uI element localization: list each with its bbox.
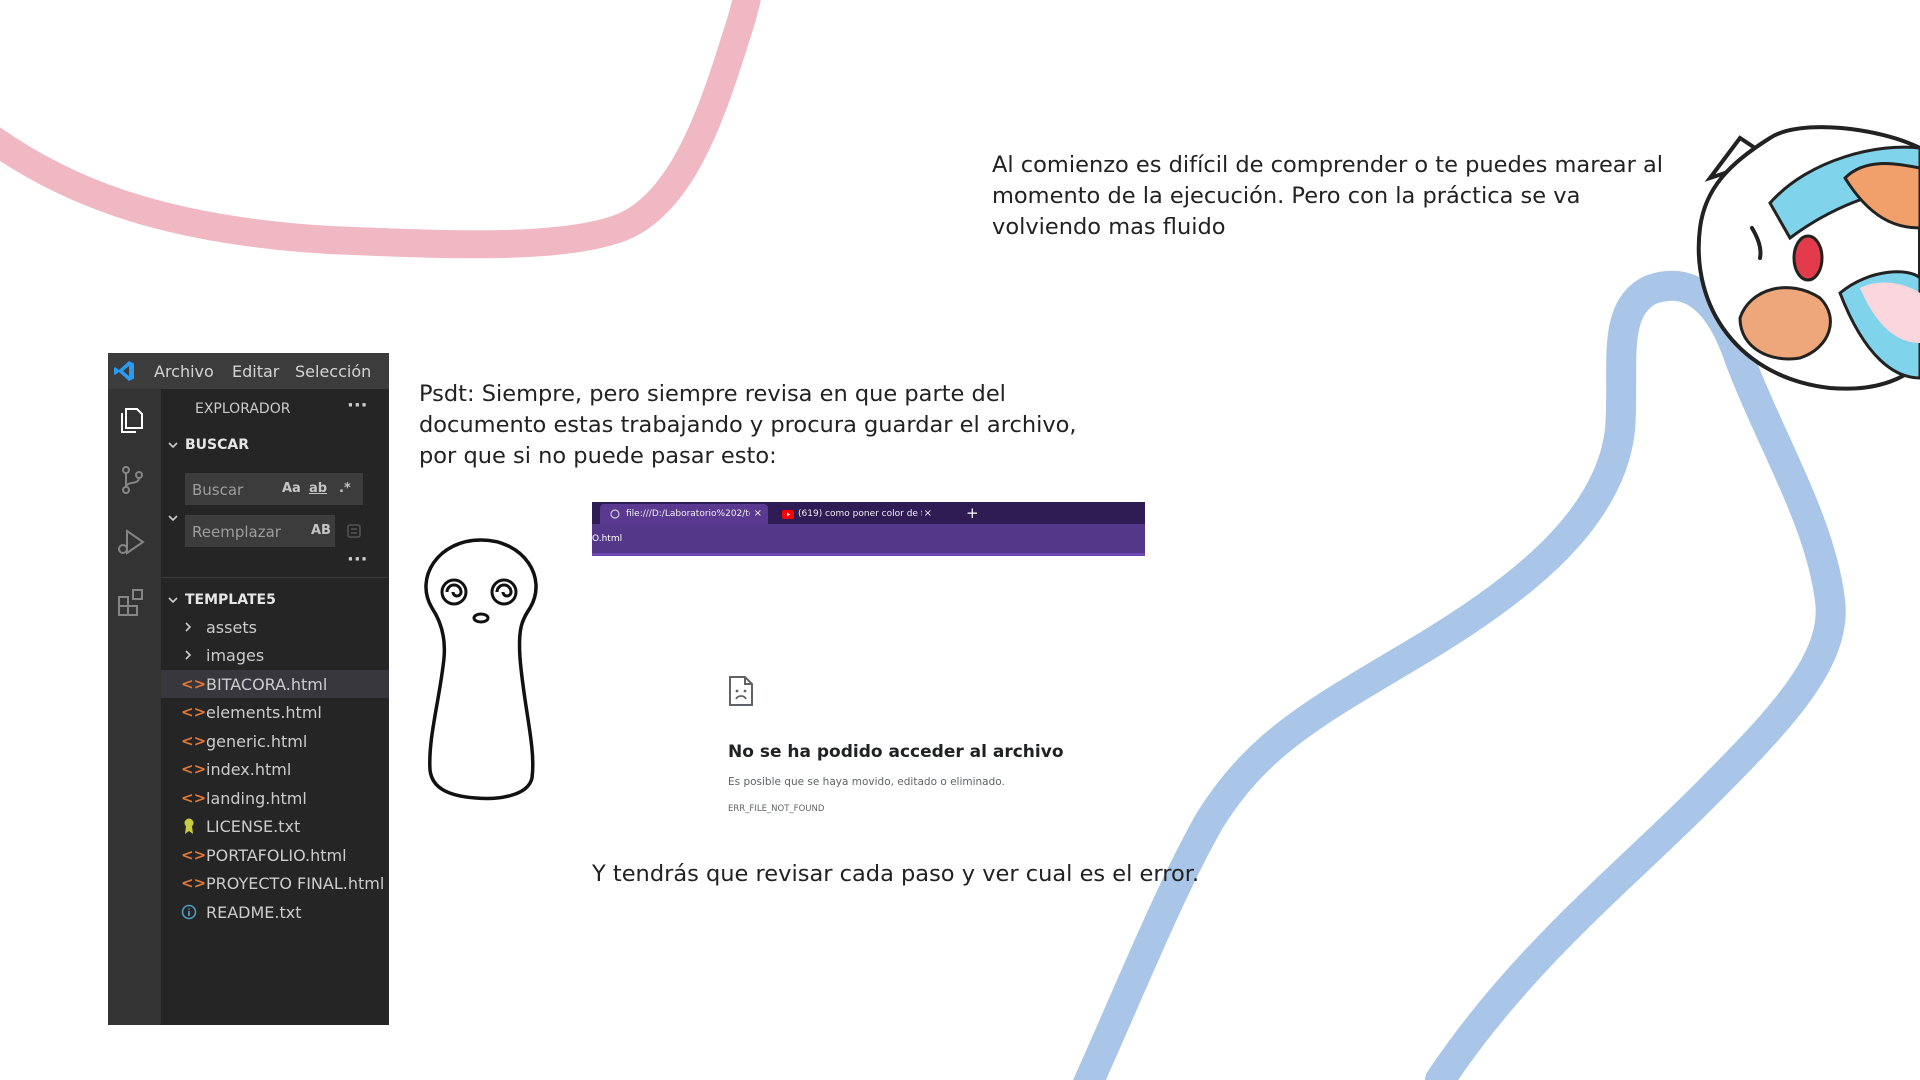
tree-item-assets[interactable]: assets (161, 613, 389, 641)
tree-item-label: elements.html (206, 703, 322, 722)
tree-item-landing[interactable]: <> landing.html (161, 784, 389, 812)
tree-item-label: PORTAFOLIO.html (206, 846, 347, 865)
folder-chevron-down-icon[interactable] (167, 594, 179, 606)
tree-item-index[interactable]: <> index.html (161, 755, 389, 783)
search-placeholder: Buscar (192, 481, 244, 499)
blue-curve-left (1073, 270, 1846, 1080)
match-whole-word-toggle[interactable]: ab (309, 481, 327, 496)
replace-placeholder: Reemplazar (192, 523, 281, 541)
sad-file-icon (729, 676, 753, 706)
explorer-sidebar: EXPLORADOR ··· BUSCAR Buscar Aa ab .* Re… (161, 389, 389, 1025)
browser-tab-youtube[interactable]: (619) como poner color de fondo × (772, 504, 938, 524)
psdt-paragraph: Psdt: Siempre, pero siempre revisa en qu… (419, 381, 1077, 469)
vscode-logo-icon (114, 361, 134, 381)
tree-item-label: generic.html (206, 732, 308, 751)
source-control-icon[interactable] (115, 463, 149, 497)
info-icon (181, 904, 197, 920)
section-divider (161, 577, 389, 578)
globe-icon (610, 509, 620, 519)
tree-item-label: BITACORA.html (206, 675, 328, 694)
replace-input[interactable]: Reemplazar AB (185, 515, 335, 547)
search-input[interactable]: Buscar Aa ab .* (185, 473, 363, 505)
folder-header[interactable]: TEMPLATE5 (185, 592, 276, 608)
more-actions-icon[interactable]: ··· (347, 395, 368, 416)
cat-mascot-illustration (1696, 125, 1920, 391)
browser-tab-file[interactable]: file:///D:/Laboratorio%202/temp × (600, 504, 768, 524)
chevron-right-icon (185, 622, 192, 632)
tree-item-label: README.txt (206, 903, 302, 922)
html-file-icon: <> (181, 789, 207, 807)
html-file-icon: <> (181, 874, 207, 892)
chevron-down-icon[interactable] (167, 439, 179, 451)
tree-item-proyecto-final[interactable]: <> PROYECTO FINAL.html (161, 869, 389, 897)
error-title: No se ha podido acceder al archivo (728, 742, 1064, 762)
close-tab-icon[interactable]: × (754, 508, 762, 519)
replace-all-icon[interactable] (345, 522, 363, 540)
tree-item-elements[interactable]: <> elements.html (161, 698, 389, 726)
browser-screenshot: file:///D:/Laboratorio%202/temp × (619) … (592, 502, 1145, 556)
search-section-header[interactable]: BUSCAR (185, 437, 249, 453)
match-case-toggle[interactable]: Aa (282, 481, 301, 496)
files-explorer-icon[interactable] (115, 403, 149, 437)
chevron-right-icon (185, 650, 192, 660)
address-bar-underline (592, 553, 1145, 556)
menu-archivo[interactable]: Archivo (154, 362, 214, 381)
menu-editar[interactable]: Editar (232, 362, 279, 381)
html-file-icon: <> (181, 846, 207, 864)
toggle-replace-chevron-icon[interactable] (167, 512, 179, 524)
tree-item-bitacora[interactable]: <> BITACORA.html (161, 670, 389, 698)
tree-item-label: landing.html (206, 789, 307, 808)
youtube-icon (782, 510, 794, 519)
vscode-explorer-screenshot: Archivo Editar Selección EXPLORADOR ··· (108, 353, 389, 1025)
tree-item-label: LICENSE.txt (206, 817, 301, 836)
tree-item-label: index.html (206, 760, 292, 779)
tab-title: (619) como poner color de fondo (798, 509, 922, 519)
address-bar[interactable]: O.html (592, 524, 1145, 556)
html-file-icon: <> (181, 760, 207, 778)
tree-item-license[interactable]: LICENSE.txt (161, 812, 389, 840)
run-debug-icon[interactable] (115, 525, 149, 559)
more-search-options-icon[interactable]: ··· (347, 549, 368, 570)
new-tab-button[interactable]: + (966, 504, 979, 522)
browser-tabstrip: file:///D:/Laboratorio%202/temp × (619) … (592, 502, 1145, 524)
tree-item-generic[interactable]: <> generic.html (161, 727, 389, 755)
tree-item-label: PROYECTO FINAL.html (206, 874, 385, 893)
error-description: Es posible que se haya movido, editado o… (728, 776, 1005, 788)
tree-item-portafolio[interactable]: <> PORTAFOLIO.html (161, 841, 389, 869)
conclusion-paragraph: Y tendrás que revisar cada paso y ver cu… (592, 861, 1200, 887)
tree-item-images[interactable]: images (161, 641, 389, 669)
vscode-menubar: Archivo Editar Selección (108, 353, 389, 389)
dizzy-character-illustration (424, 538, 538, 801)
preserve-case-toggle[interactable]: AB (311, 523, 331, 538)
html-file-icon: <> (181, 703, 207, 721)
use-regex-toggle[interactable]: .* (339, 481, 351, 496)
license-icon (184, 818, 194, 834)
tree-item-label: images (206, 646, 265, 665)
error-code: ERR_FILE_NOT_FOUND (728, 804, 825, 814)
extensions-icon[interactable] (115, 585, 149, 619)
address-text: O.html (592, 534, 623, 544)
tree-item-label: assets (206, 618, 257, 637)
tab-title: file:///D:/Laboratorio%202/temp (626, 509, 750, 519)
explorer-title: EXPLORADOR (195, 401, 291, 417)
tree-item-readme[interactable]: README.txt (161, 898, 389, 926)
html-file-icon: <> (181, 732, 207, 750)
html-file-icon: <> (181, 675, 207, 693)
intro-paragraph: Al comienzo es difícil de comprender o t… (992, 152, 1664, 240)
close-tab-icon[interactable]: × (924, 508, 932, 519)
menu-seleccion[interactable]: Selección (295, 362, 371, 381)
pink-curve (0, 0, 761, 259)
activity-bar (108, 389, 161, 1025)
